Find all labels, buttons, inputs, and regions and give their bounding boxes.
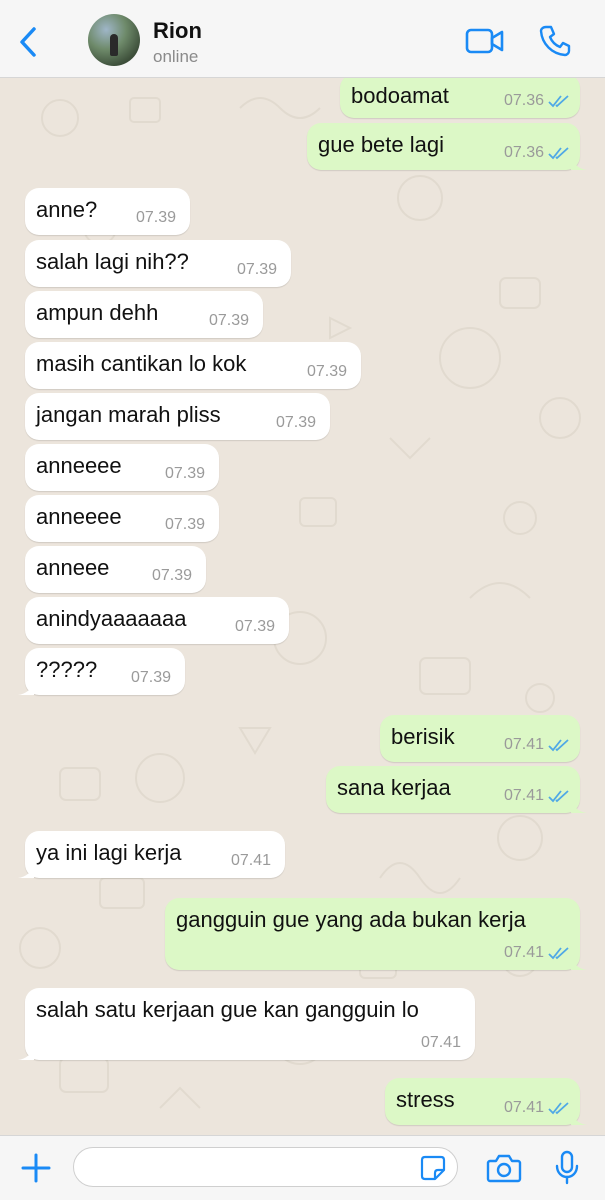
message-bubble-in[interactable]: anneee 07.39 xyxy=(25,546,206,593)
message-bubble-in[interactable]: salah lagi nih?? 07.39 xyxy=(25,240,291,287)
message-bubble-in[interactable]: masih cantikan lo kok 07.39 xyxy=(25,342,361,389)
message-time: 07.39 xyxy=(236,261,277,278)
phone-icon xyxy=(539,25,571,57)
message-text: salah satu kerjaan gue kan gangguin lo xyxy=(36,997,419,1022)
composer-bar xyxy=(0,1135,605,1200)
bubble-tail xyxy=(18,1046,34,1060)
message-time: 07.41 xyxy=(420,1034,461,1051)
message-bubble-in[interactable]: anindyaaaaaaa 07.39 xyxy=(25,597,289,644)
message-bubble-out[interactable]: sana kerjaa 07.41 xyxy=(326,766,587,813)
message-text: anne? xyxy=(36,197,98,222)
message-input[interactable] xyxy=(73,1147,458,1187)
message-text: ya ini lagi kerja xyxy=(36,840,182,865)
message-time: 07.39 xyxy=(164,465,205,482)
message-time: 07.39 xyxy=(275,414,316,431)
message-time: 07.39 xyxy=(208,312,249,329)
message-text: gangguin gue yang ada bukan kerja xyxy=(176,907,526,932)
video-call-button[interactable] xyxy=(465,26,505,56)
message-time: 07.41 xyxy=(503,1099,544,1116)
message-bubble-out[interactable]: stress 07.41 xyxy=(385,1078,587,1125)
message-bubble-out[interactable]: bodoamat 07.36 xyxy=(340,78,580,118)
bubble-tail xyxy=(571,799,587,813)
message-time: 07.41 xyxy=(503,787,544,804)
message-text: berisik xyxy=(391,724,455,749)
message-time: 07.39 xyxy=(234,618,275,635)
message-text: salah lagi nih?? xyxy=(36,249,189,274)
message-list[interactable]: bodoamat 07.36 gue bete lagi 07.36 anne? 07.3… xyxy=(0,78,605,1135)
message-time: 07.41 xyxy=(503,736,544,753)
read-receipt-icon xyxy=(548,790,569,803)
message-text: sana kerjaa xyxy=(337,775,451,800)
message-bubble-in[interactable]: ampun dehh 07.39 xyxy=(25,291,263,338)
sticker-button[interactable] xyxy=(420,1155,446,1181)
message-bubble-in[interactable]: jangan marah pliss 07.39 xyxy=(25,393,330,440)
bubble-tail xyxy=(571,156,587,170)
message-time: 07.39 xyxy=(135,209,176,226)
message-text: masih cantikan lo kok xyxy=(36,351,247,376)
message-time: 07.39 xyxy=(306,363,347,380)
chat-header: Rion online xyxy=(0,0,605,78)
message-text: ????? xyxy=(36,657,98,682)
message-bubble-out[interactable]: gangguin gue yang ada bukan kerja 07.41 xyxy=(165,898,587,970)
message-time: 07.39 xyxy=(130,669,171,686)
contact-name[interactable]: Rion xyxy=(153,18,202,44)
message-text: bodoamat xyxy=(351,83,449,108)
contact-status: online xyxy=(153,47,199,66)
message-text: jangan marah pliss xyxy=(36,402,221,427)
attach-button[interactable] xyxy=(20,1152,52,1184)
video-camera-icon xyxy=(465,28,504,54)
back-button[interactable] xyxy=(14,24,44,60)
camera-icon xyxy=(486,1154,522,1183)
message-time: 07.39 xyxy=(151,567,192,584)
message-bubble-in[interactable]: anne? 07.39 xyxy=(25,188,190,235)
bubble-tail xyxy=(571,1111,587,1125)
microphone-button[interactable] xyxy=(554,1150,580,1186)
voice-call-button[interactable] xyxy=(538,24,572,58)
message-text: anneeee xyxy=(36,504,122,529)
message-text: gue bete lagi xyxy=(318,132,444,157)
message-time: 07.36 xyxy=(503,144,544,161)
message-bubble-in[interactable]: anneeee 07.39 xyxy=(25,444,219,491)
message-time: 07.39 xyxy=(164,516,205,533)
message-bubble-out[interactable]: berisik 07.41 xyxy=(380,715,580,762)
read-receipt-icon xyxy=(548,947,569,960)
sticker-icon xyxy=(420,1155,446,1181)
chevron-left-icon xyxy=(20,27,36,57)
message-text: anneee xyxy=(36,555,110,580)
microphone-icon xyxy=(555,1150,579,1185)
contact-avatar[interactable] xyxy=(88,14,140,66)
camera-button[interactable] xyxy=(486,1153,522,1183)
message-bubble-in[interactable]: anneeee 07.39 xyxy=(25,495,219,542)
message-time: 07.41 xyxy=(230,852,271,869)
read-receipt-icon xyxy=(548,1102,569,1115)
message-time: 07.41 xyxy=(503,944,544,961)
read-receipt-icon xyxy=(548,147,569,160)
bubble-tail xyxy=(571,956,587,970)
message-bubble-out[interactable]: gue bete lagi 07.36 xyxy=(307,123,587,170)
message-bubble-in[interactable]: salah satu kerjaan gue kan gangguin lo 07… xyxy=(18,988,475,1060)
bubble-tail xyxy=(18,681,34,695)
read-receipt-icon xyxy=(548,95,569,108)
message-bubble-in[interactable]: ya ini lagi kerja 07.41 xyxy=(18,831,285,878)
message-text: anneeee xyxy=(36,453,122,478)
read-receipt-icon xyxy=(548,739,569,752)
message-text: anindyaaaaaaa xyxy=(36,606,187,631)
message-time: 07.36 xyxy=(503,92,544,109)
message-text: ampun dehh xyxy=(36,300,159,325)
bubble-tail xyxy=(18,864,34,878)
plus-icon xyxy=(21,1153,51,1183)
message-bubble-in[interactable]: ????? 07.39 xyxy=(18,648,185,695)
message-text: stress xyxy=(396,1087,455,1112)
